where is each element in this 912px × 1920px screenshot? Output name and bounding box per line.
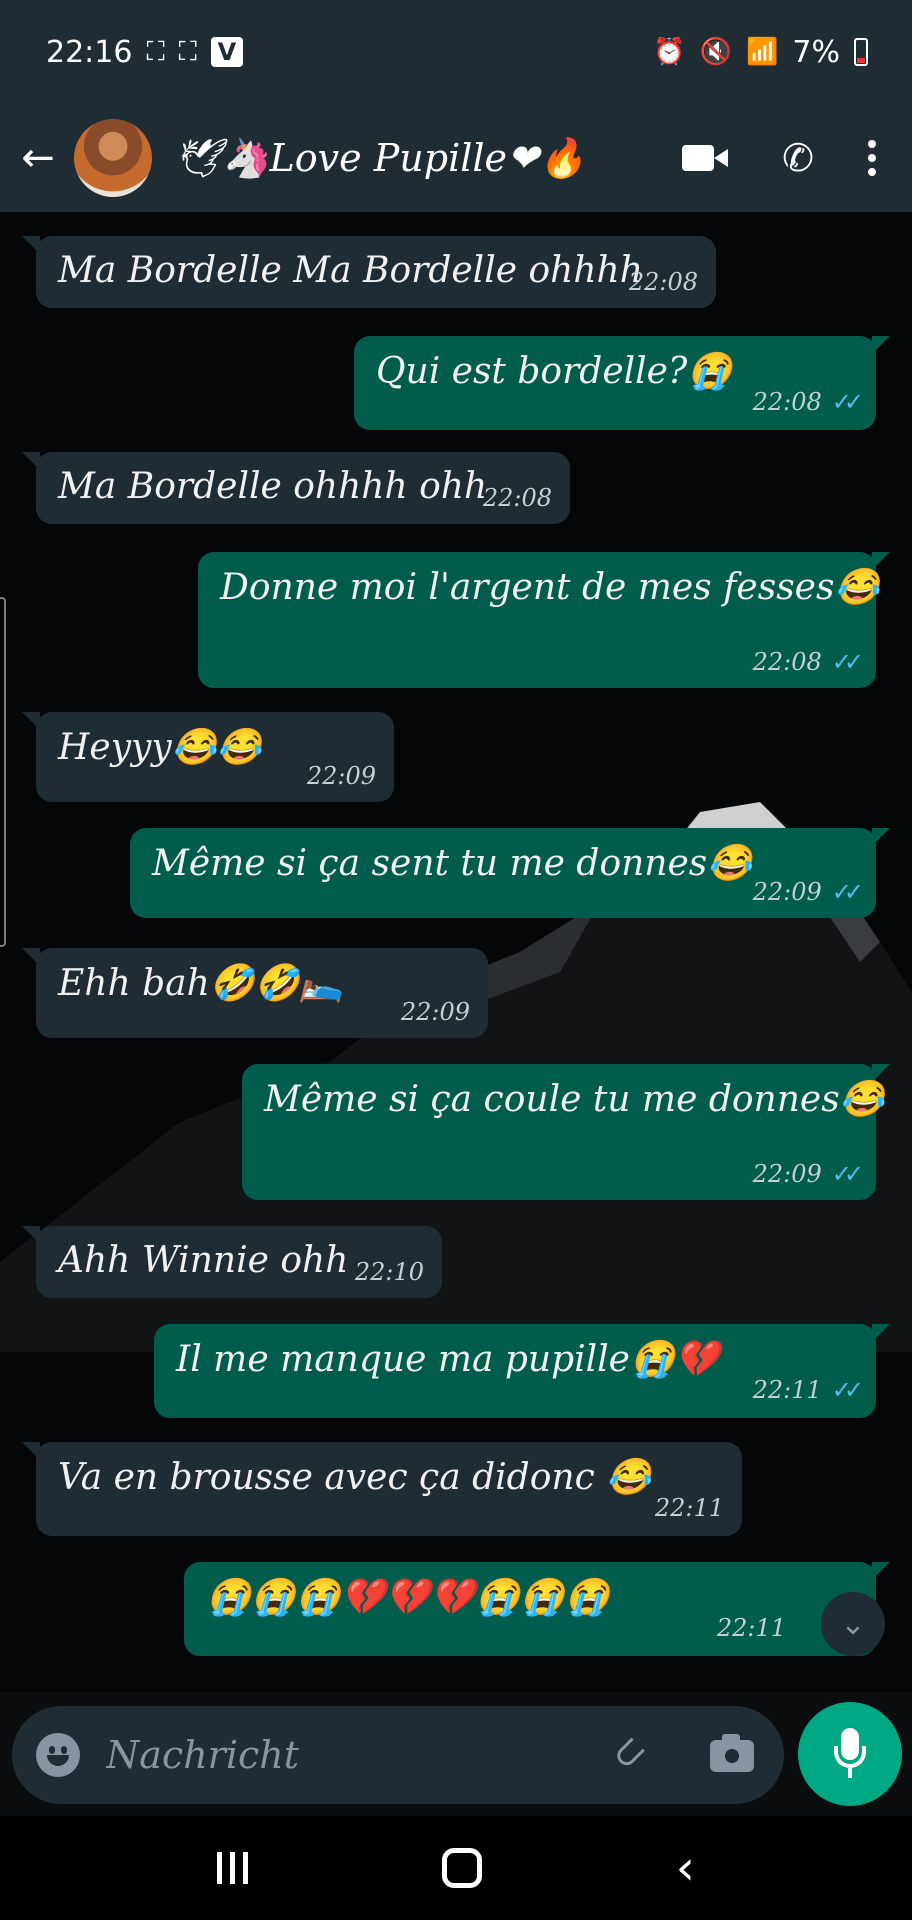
message-outgoing[interactable]: Il me manque ma pupille😭💔 22:11 ✓✓: [154, 1324, 890, 1418]
arrow-left-icon[interactable]: ←: [14, 134, 62, 182]
read-ticks-icon: ✓✓: [831, 1160, 864, 1188]
more-vert-icon[interactable]: [868, 140, 876, 176]
status-right: ⏰ 🔇 📶 7%: [653, 35, 868, 70]
emoji-icon[interactable]: [36, 1733, 80, 1777]
composer: ⊂: [12, 1706, 784, 1804]
read-ticks-icon: ✓✓: [831, 878, 864, 906]
message-time: 22:11: [716, 1614, 786, 1642]
paperclip-icon[interactable]: ⊂: [601, 1725, 657, 1781]
message-incoming[interactable]: Heyyy😂😂 22:09: [22, 712, 394, 802]
message-text: Ma Bordelle Ma Bordelle ohhhh: [58, 250, 643, 291]
message-time: 22:10: [354, 1258, 424, 1286]
chat-header: ← 🕊🦄Love Pupille❤🔥 ✆: [0, 104, 912, 212]
read-ticks-icon: ✓✓: [831, 1376, 864, 1404]
system-nav-bar: ‹: [0, 1816, 912, 1920]
message-time: 22:08: [628, 268, 698, 296]
screenshot-icon: ⛶: [178, 37, 197, 67]
message-time: 22:09 ✓✓: [752, 1160, 864, 1188]
phone-icon[interactable]: ✆: [782, 139, 814, 177]
status-left: 22:16 ⛶ ⛶ V: [46, 35, 243, 70]
message-text: Ahh Winnie ohh: [58, 1240, 349, 1281]
status-bar: 22:16 ⛶ ⛶ V ⏰ 🔇 📶 7%: [0, 0, 912, 104]
message-outgoing[interactable]: Même si ça coule tu me donnes😂 22:09 ✓✓: [242, 1064, 890, 1200]
message-text: Il me manque ma pupille😭💔: [176, 1339, 720, 1380]
home-icon[interactable]: [441, 1848, 482, 1888]
message-input[interactable]: [106, 1726, 586, 1784]
message-incoming[interactable]: Va en brousse avec ça didonc 😂 22:11: [22, 1442, 742, 1536]
message-time: 22:08: [482, 484, 552, 512]
wifi-icon: 📶: [746, 37, 779, 67]
message-text: Ehh bah🤣🤣🛌: [58, 963, 345, 1004]
read-ticks-icon: ✓✓: [831, 388, 864, 416]
contact-name[interactable]: 🕊🦄Love Pupille❤🔥: [174, 136, 682, 181]
message-time-value: 22:11: [752, 1376, 822, 1404]
message-time-value: 22:08: [752, 648, 822, 676]
message-text: Ma Bordelle ohhhh ohh: [58, 466, 488, 507]
back-icon[interactable]: ‹: [676, 1840, 695, 1896]
avatar[interactable]: [74, 119, 152, 197]
scroll-to-bottom-button[interactable]: ⌄: [821, 1592, 885, 1656]
header-actions: ✆: [682, 139, 912, 177]
message-outgoing[interactable]: Donne moi l'argent de mes fesses😂 22:08 ✓…: [198, 552, 890, 688]
message-incoming[interactable]: Ma Bordelle ohhhh ohh 22:08: [22, 452, 570, 524]
message-time: 22:11: [654, 1494, 724, 1522]
status-time: 22:16: [46, 34, 133, 70]
message-time-value: 22:09: [752, 1160, 822, 1188]
message-text: 😭😭😭💔💔💔😭😭😭: [206, 1577, 610, 1618]
message-time: 22:09: [306, 762, 376, 790]
message-outgoing[interactable]: 😭😭😭💔💔💔😭😭😭 22:11: [184, 1562, 890, 1656]
message-text: Donne moi l'argent de mes fesses😂: [220, 567, 880, 608]
message-text: Heyyy😂😂: [58, 727, 262, 768]
read-ticks-icon: ✓✓: [831, 648, 864, 676]
message-time: 22:08 ✓✓: [752, 388, 864, 416]
alarm-icon: ⏰: [653, 37, 686, 67]
message-time-value: 22:09: [752, 878, 822, 906]
message-time: 22:08 ✓✓: [752, 648, 864, 676]
recent-apps-icon[interactable]: [216, 1852, 248, 1884]
battery-icon: [854, 38, 868, 66]
screenshot-icon: ⛶: [146, 37, 165, 67]
message-text: Même si ça sent tu me donnes😂: [152, 843, 753, 884]
message-incoming[interactable]: Ma Bordelle Ma Bordelle ohhhh 22:08: [22, 236, 716, 308]
message-outgoing[interactable]: Même si ça sent tu me donnes😂 22:09 ✓✓: [130, 828, 890, 918]
message-incoming[interactable]: Ehh bah🤣🤣🛌 22:09: [22, 948, 488, 1038]
camera-icon[interactable]: [710, 1734, 754, 1772]
message-text: Même si ça coule tu me donnes😂: [264, 1079, 885, 1120]
message-time-value: 22:08: [752, 388, 822, 416]
message-outgoing[interactable]: Qui est bordelle?😭 22:08 ✓✓: [354, 336, 890, 430]
video-call-icon[interactable]: [682, 143, 729, 173]
microphone-icon[interactable]: [798, 1702, 902, 1806]
scroll-indicator: [0, 597, 6, 947]
app-v-icon: V: [210, 37, 243, 67]
battery-percent: 7%: [792, 34, 840, 70]
mute-icon: 🔇: [699, 37, 733, 67]
message-time: 22:09: [400, 998, 470, 1026]
message-text: Va en brousse avec ça didonc 😂: [58, 1457, 652, 1498]
message-list[interactable]: Ma Bordelle Ma Bordelle ohhhh 22:08 Qui …: [0, 212, 912, 1692]
message-time: 22:11 ✓✓: [752, 1376, 864, 1404]
message-text: Qui est bordelle?😭: [376, 351, 733, 392]
message-incoming[interactable]: Ahh Winnie ohh 22:10: [22, 1226, 442, 1298]
message-time: 22:09 ✓✓: [752, 878, 864, 906]
